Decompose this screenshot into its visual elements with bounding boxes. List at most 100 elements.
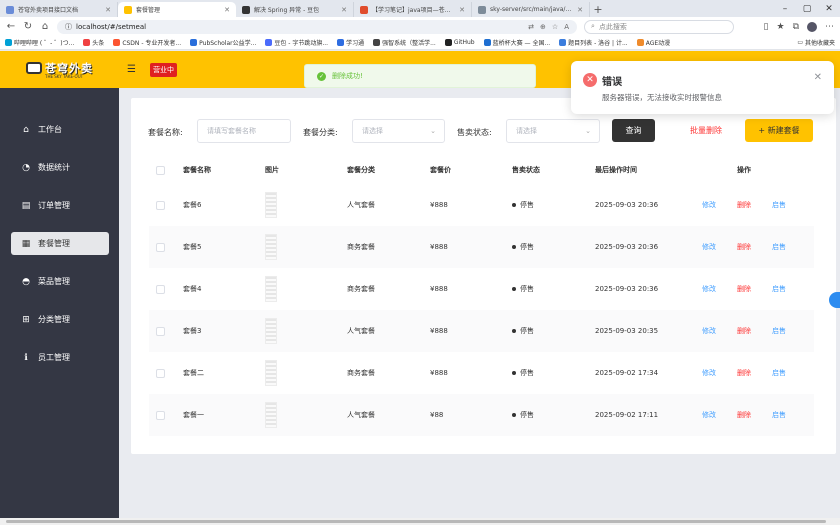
- browser-search-input[interactable]: ⌕ 点此搜索: [584, 19, 734, 34]
- close-icon[interactable]: ✕: [814, 72, 822, 83]
- bookmark-item[interactable]: PubScholar公益学...: [190, 38, 256, 47]
- delete-button[interactable]: 删除: [737, 352, 751, 394]
- row-checkbox[interactable]: [156, 184, 165, 226]
- translate-icon[interactable]: ⇄: [528, 23, 534, 31]
- bookmark-item[interactable]: CSDN - 专业开发者...: [113, 38, 181, 47]
- delete-button[interactable]: 删除: [737, 310, 751, 352]
- sidebar-item-label: 工作台: [38, 125, 62, 134]
- menu-toggle-icon[interactable]: ☰: [127, 64, 136, 75]
- success-toast: ✓ 删除成功!: [304, 64, 536, 88]
- other-bookmarks[interactable]: ▭ 其他收藏夹: [797, 38, 835, 47]
- maximize-icon[interactable]: ▢: [796, 4, 818, 14]
- minimize-icon[interactable]: –: [774, 4, 796, 14]
- home-browser-icon[interactable]: ⌂: [40, 21, 50, 32]
- sidebar-item[interactable]: ▦ 套餐管理: [11, 232, 109, 255]
- reload-icon[interactable]: ↻: [23, 21, 33, 32]
- delete-button[interactable]: 删除: [737, 268, 751, 310]
- enable-button[interactable]: 启售: [772, 310, 786, 352]
- enable-button[interactable]: 启售: [772, 268, 786, 310]
- favorite-star-icon[interactable]: ☆: [552, 23, 558, 31]
- edit-button[interactable]: 修改: [702, 394, 716, 436]
- tab-close-icon[interactable]: ✕: [105, 6, 111, 14]
- window-controls: – ▢ ✕: [774, 0, 840, 17]
- bookmark-item[interactable]: 哔哩哔哩 ( ゜- ゜)つ...: [5, 38, 74, 47]
- edit-button[interactable]: 修改: [702, 352, 716, 394]
- horizontal-scrollbar[interactable]: [0, 518, 840, 525]
- tab-label: 【学习笔记】java项目—苍穹外卖: [372, 7, 456, 14]
- sidebar-item[interactable]: ◓ 菜品管理: [11, 270, 109, 293]
- tab-close-icon[interactable]: ✕: [224, 6, 230, 14]
- bookmark-item[interactable]: 豆包 - 字节跳动旗...: [265, 38, 328, 47]
- row-checkbox[interactable]: [156, 268, 165, 310]
- sale-status-select[interactable]: 请选择 ⌄: [506, 119, 600, 143]
- back-icon[interactable]: ←: [6, 21, 16, 32]
- bookmark-favicon-icon: [373, 39, 381, 46]
- sidebar-item[interactable]: ⌂ 工作台: [11, 118, 109, 141]
- profile-avatar[interactable]: [807, 21, 817, 32]
- new-setmeal-button[interactable]: + 新建套餐: [745, 119, 813, 142]
- setmeal-name-input[interactable]: 请填写套餐名称: [197, 119, 291, 143]
- row-checkbox[interactable]: [156, 226, 165, 268]
- tab-close-icon[interactable]: ✕: [577, 6, 583, 14]
- info-icon[interactable]: ⓘ: [65, 22, 72, 32]
- edit-button[interactable]: 修改: [702, 184, 716, 226]
- url-field[interactable]: ⓘ localhost/#/setmeal ⇄ ⊕ ☆ A: [57, 19, 577, 34]
- enable-button[interactable]: 启售: [772, 184, 786, 226]
- sidebar-item[interactable]: ◔ 数据统计: [11, 156, 109, 179]
- row-checkbox[interactable]: [156, 352, 165, 394]
- bookmark-item[interactable]: 学习通: [337, 38, 364, 47]
- bookmark-item[interactable]: GitHub: [444, 39, 475, 46]
- more-menu-icon[interactable]: ⋯: [825, 22, 834, 32]
- bookmark-favicon-icon: [636, 39, 644, 46]
- split-screen-icon[interactable]: ▯: [764, 22, 769, 32]
- delete-button[interactable]: 删除: [737, 184, 751, 226]
- sidebar-item[interactable]: ⊞ 分类管理: [11, 308, 109, 331]
- bookmark-item[interactable]: 题目列表 - 洛谷 | 计...: [559, 38, 628, 47]
- enable-button[interactable]: 启售: [772, 394, 786, 436]
- row-checkbox[interactable]: [156, 310, 165, 352]
- sidebar-item[interactable]: ▤ 订单管理: [11, 194, 109, 217]
- category-select[interactable]: 请选择 ⌄: [352, 119, 445, 143]
- tab-close-icon[interactable]: ✕: [341, 6, 347, 14]
- enable-button[interactable]: 启售: [772, 352, 786, 394]
- address-bar: ← ↻ ⌂ ⓘ localhost/#/setmeal ⇄ ⊕ ☆ A ⌕ 点此…: [0, 17, 840, 36]
- row-checkbox[interactable]: [156, 394, 165, 436]
- bookmark-item[interactable]: 蓝桥杯大赛 — 全国...: [483, 38, 550, 47]
- bookmark-item[interactable]: 强智系统（整活学...: [373, 38, 436, 47]
- delete-button[interactable]: 删除: [737, 226, 751, 268]
- sale-status-label: 售卖状态:: [457, 128, 492, 137]
- sidebar-item-label: 员工管理: [38, 353, 70, 362]
- edit-button[interactable]: 修改: [702, 226, 716, 268]
- browser-tab[interactable]: 【学习笔记】java项目—苍穹外卖 ✕: [354, 2, 472, 17]
- close-window-icon[interactable]: ✕: [818, 4, 840, 14]
- zoom-icon[interactable]: ⊕: [540, 23, 546, 31]
- app-logo[interactable]: 苍穹外卖 THE SKY TAKE-OUT: [26, 60, 98, 80]
- collections-icon[interactable]: ⧉: [793, 22, 799, 32]
- batch-delete-button[interactable]: 批量删除: [682, 119, 730, 142]
- browser-tab[interactable]: 解决 Spring 异常 - 豆包 ✕: [236, 2, 354, 17]
- favorites-icon[interactable]: ★: [776, 22, 784, 32]
- scrollbar-thumb[interactable]: [6, 520, 826, 523]
- sidebar-item[interactable]: ℹ 员工管理: [11, 346, 109, 369]
- tab-close-icon[interactable]: ✕: [459, 6, 465, 14]
- browser-tab[interactable]: 苍穹外卖项目接口文档 ✕: [0, 2, 118, 17]
- enable-button[interactable]: 启售: [772, 226, 786, 268]
- category-label: 套餐分类:: [303, 128, 338, 137]
- browser-tab[interactable]: sky-server/src/main/java/com/sky ✕: [472, 2, 590, 17]
- edit-button[interactable]: 修改: [702, 268, 716, 310]
- bookmark-item[interactable]: AGE动漫: [636, 38, 670, 47]
- folder-icon: ▭: [797, 39, 803, 46]
- browser-tab[interactable]: 套餐管理 ✕: [118, 2, 236, 17]
- floating-assistant-tab[interactable]: [829, 292, 840, 308]
- bookmark-item[interactable]: 头条: [83, 38, 104, 47]
- reader-icon[interactable]: A: [564, 23, 569, 31]
- select-all-checkbox[interactable]: [156, 156, 165, 184]
- edit-button[interactable]: 修改: [702, 310, 716, 352]
- row-image: [265, 268, 277, 310]
- delete-button[interactable]: 删除: [737, 394, 751, 436]
- table-header: 套餐名称 图片 套餐分类 套餐价 售卖状态 最后操作时间 操作: [149, 156, 814, 184]
- query-button[interactable]: 查询: [612, 119, 655, 142]
- new-tab-button[interactable]: +: [590, 2, 606, 17]
- col-category: 套餐分类: [347, 166, 375, 174]
- error-icon: ✕: [583, 73, 597, 87]
